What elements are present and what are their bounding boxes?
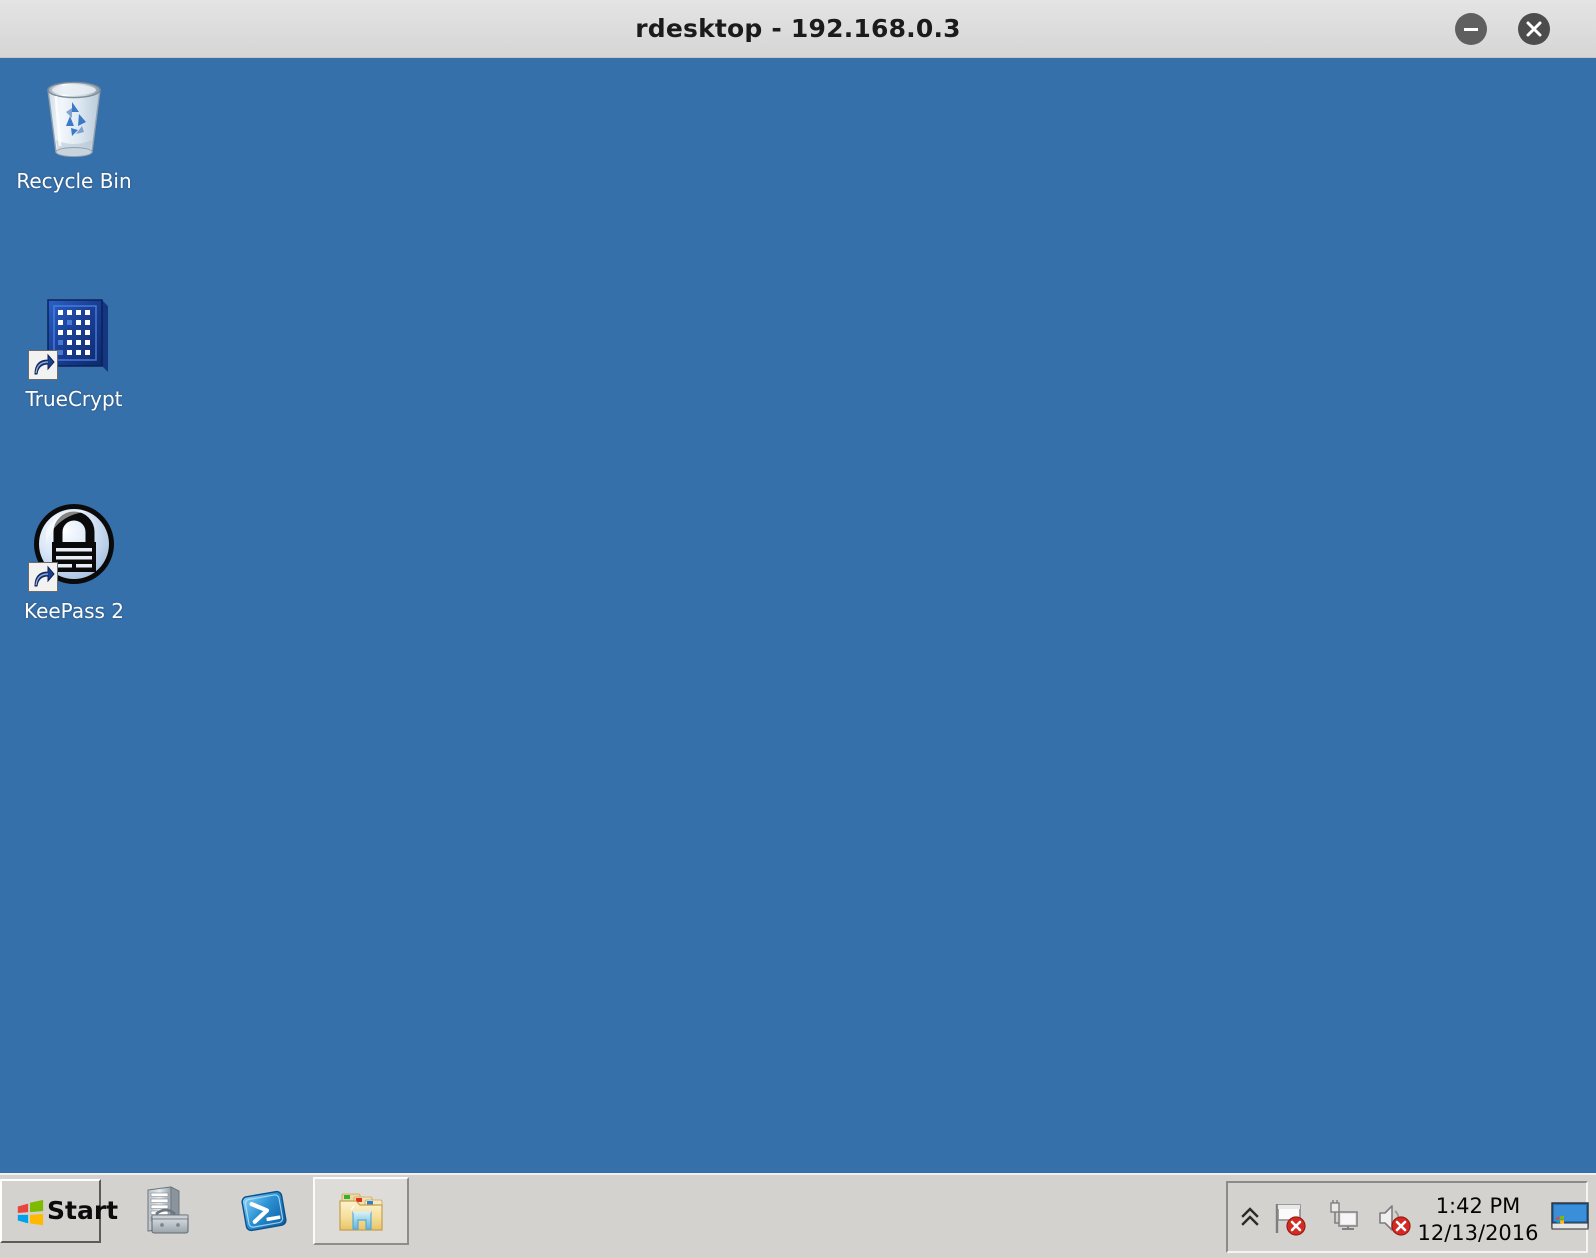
taskbar-item-powershell[interactable] — [216, 1177, 312, 1245]
taskbar-clock[interactable]: 1:42 PM 12/13/2016 — [1410, 1188, 1546, 1250]
show-hidden-icons-button[interactable] — [1238, 1203, 1262, 1231]
network-warning-icon — [1330, 1200, 1358, 1230]
taskbar-item-server-manager[interactable] — [118, 1177, 214, 1245]
tray-icon-volume[interactable] — [1374, 1199, 1412, 1237]
truecrypt-icon — [26, 286, 122, 382]
minimize-icon — [1464, 28, 1478, 31]
folder-explorer-icon — [339, 1193, 383, 1231]
close-icon — [1526, 21, 1542, 37]
clock-time: 1:42 PM — [1435, 1194, 1521, 1218]
minimize-button[interactable] — [1455, 13, 1487, 45]
close-button[interactable] — [1518, 13, 1550, 45]
chevron-up-icon — [1241, 1207, 1259, 1226]
clock-date: 12/13/2016 — [1417, 1221, 1539, 1245]
window-titlebar[interactable]: rdesktop - 192.168.0.3 — [0, 0, 1596, 58]
remote-desktop-surface[interactable]: Recycle Bin TrueCrypt KeePass 2 — [0, 58, 1596, 1173]
shortcut-overlay-icon — [28, 350, 58, 380]
show-desktop-button[interactable] — [1550, 1201, 1590, 1235]
desktop-icon-label: KeePass 2 — [23, 599, 125, 623]
desktop-icon-keepass[interactable]: KeePass 2 — [0, 498, 148, 623]
keepass-icon — [26, 498, 122, 594]
start-button[interactable]: Start — [0, 1179, 118, 1243]
speaker-muted-icon — [1379, 1205, 1411, 1236]
server-manager-icon — [147, 1186, 189, 1234]
desktop-icon-truecrypt[interactable]: TrueCrypt — [0, 286, 148, 411]
desktop-icon-label: TrueCrypt — [25, 387, 123, 411]
recycle-bin-icon — [26, 68, 122, 164]
flag-warning-icon — [1275, 1204, 1306, 1236]
window-title: rdesktop - 192.168.0.3 — [635, 14, 961, 43]
desktop-icon-label: Recycle Bin — [16, 169, 132, 193]
tray-icon-network[interactable] — [1322, 1199, 1360, 1237]
taskbar-item-windows-explorer[interactable] — [313, 1177, 409, 1245]
start-button-label: Start — [47, 1196, 119, 1225]
show-desktop-icon — [1551, 1202, 1589, 1230]
taskbar: Start 1:42 PM 12/13/2016 — [0, 1173, 1596, 1258]
tray-icon-action-center[interactable] — [1270, 1199, 1308, 1237]
rdesktop-window: rdesktop - 192.168.0.3 Recycle Bin TrueC… — [0, 0, 1596, 1258]
shortcut-overlay-icon — [28, 562, 58, 592]
desktop-icon-recycle-bin[interactable]: Recycle Bin — [0, 68, 148, 193]
powershell-icon — [241, 1190, 287, 1232]
system-tray: 1:42 PM 12/13/2016 — [1226, 1181, 1590, 1253]
windows-logo-icon — [17, 1199, 44, 1226]
